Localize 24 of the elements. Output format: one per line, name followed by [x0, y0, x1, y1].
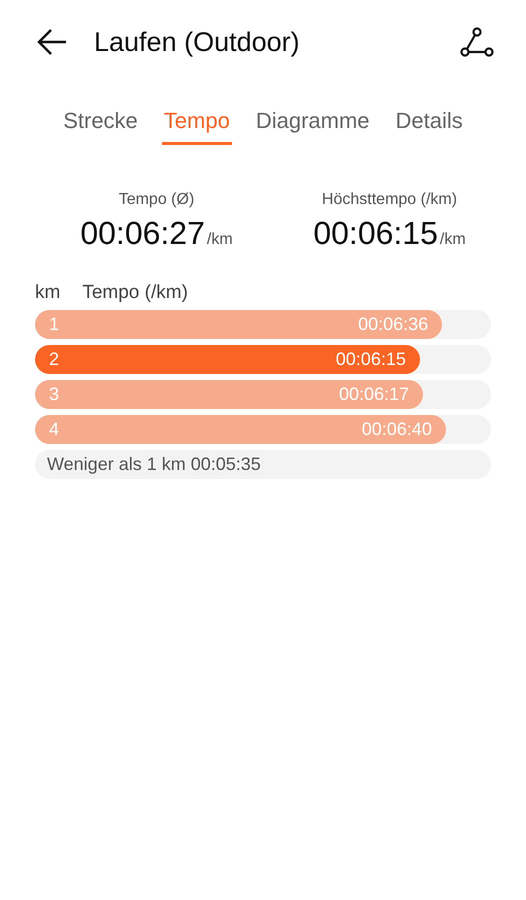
- pace-value: 00:06:40: [362, 419, 432, 440]
- stat-label: Tempo (Ø): [118, 191, 194, 209]
- stat-label: Höchsttempo (/km): [322, 191, 458, 209]
- stat-value: 00:06:27: [80, 215, 205, 252]
- km-number: 3: [49, 384, 60, 405]
- pace-value: 00:06:17: [338, 384, 410, 405]
- stat-unit: /km: [440, 231, 466, 249]
- back-icon[interactable]: [36, 28, 68, 56]
- km-number: 1: [49, 314, 60, 335]
- pace-value: 00:06:15: [336, 349, 406, 370]
- stat-value: 00:06:15: [313, 215, 438, 252]
- tab[interactable]: Tempo: [162, 104, 232, 145]
- tab[interactable]: Details: [394, 104, 465, 145]
- tab[interactable]: Diagramme: [254, 104, 372, 145]
- km-number: 2: [49, 349, 60, 370]
- column-header: Tempo (/km): [82, 282, 188, 304]
- column-header: km: [35, 282, 60, 304]
- km-number: 4: [49, 419, 60, 440]
- pace-value: 00:06:36: [358, 314, 428, 335]
- route-icon[interactable]: [460, 26, 494, 58]
- stat-unit: /km: [206, 231, 233, 249]
- tab[interactable]: Strecke: [61, 104, 140, 145]
- page-title: Laufen (Outdoor): [94, 26, 301, 58]
- remainder-row: Weniger als 1 km 00:05:35: [35, 450, 491, 479]
